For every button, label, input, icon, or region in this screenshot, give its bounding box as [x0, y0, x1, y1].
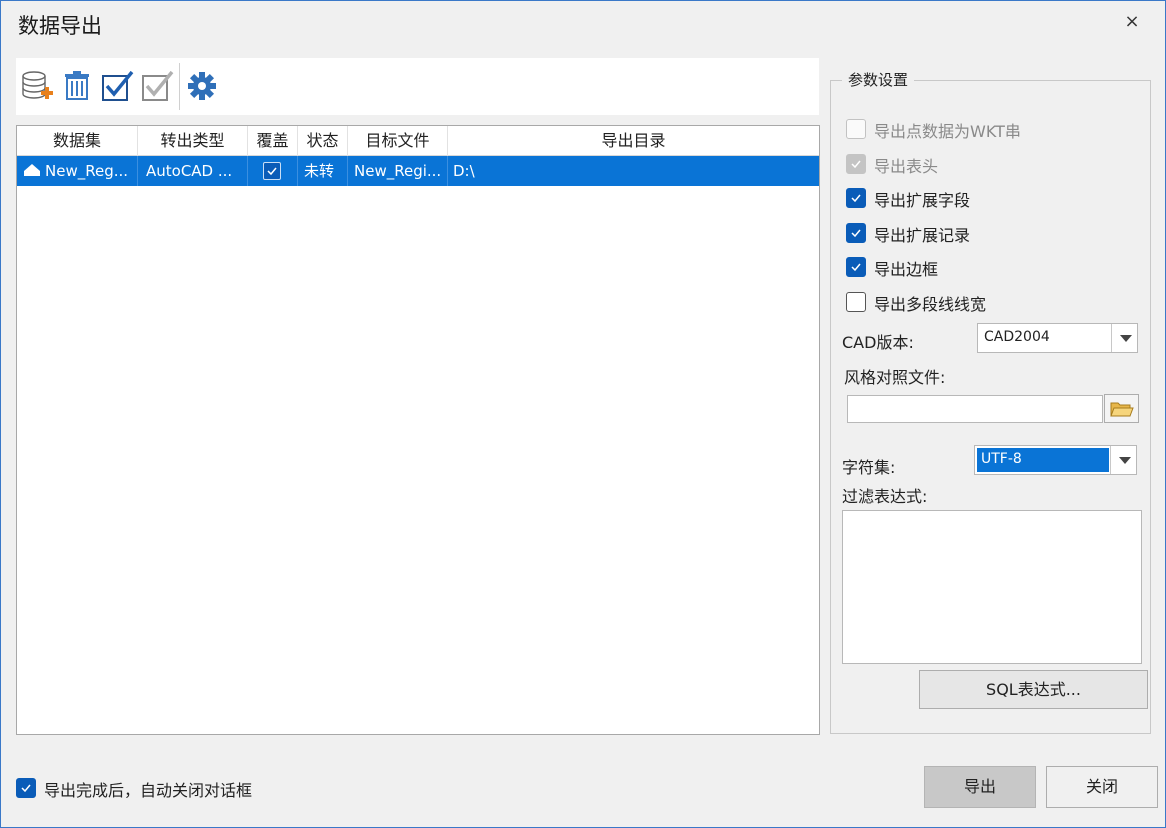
auto-close-label: 导出完成后，自动关闭对话框 — [44, 781, 253, 800]
toolbar-separator — [179, 63, 180, 110]
option-export-wkt-label: 导出点数据为WKT串 — [874, 122, 1021, 141]
overwrite-checkbox[interactable] — [263, 162, 281, 180]
params-group-title: 参数设置 — [842, 69, 915, 90]
sql-expression-button[interactable]: SQL表达式... — [919, 670, 1148, 709]
cad-version-value: CAD2004 — [984, 329, 1050, 345]
charset-select[interactable]: UTF-8 — [974, 445, 1137, 475]
option-export-polyline-width-checkbox[interactable] — [846, 292, 866, 312]
data-export-dialog: 数据导出 × 数据集 转出类型 覆盖 状态 目标文件 导出目录 New_Reg.… — [0, 0, 1166, 828]
close-icon[interactable]: × — [1121, 11, 1143, 33]
option-export-ext-fields-checkbox[interactable] — [846, 188, 866, 208]
option-export-polyline-width-label: 导出多段线线宽 — [874, 295, 987, 314]
region-dataset-icon — [24, 164, 40, 176]
option-export-header-checkbox[interactable] — [846, 154, 866, 174]
auto-close-checkbox[interactable] — [16, 778, 36, 798]
option-export-border-checkbox[interactable] — [846, 257, 866, 277]
filter-expression-textarea[interactable] — [842, 510, 1142, 664]
charset-value: UTF-8 — [981, 451, 1022, 467]
folder-open-icon — [1109, 402, 1134, 417]
toolbar — [16, 58, 819, 115]
cad-version-label: CAD版本: — [842, 333, 914, 352]
cell-dataset[interactable]: New_Reg... — [17, 156, 138, 186]
column-header-type[interactable]: 转出类型 — [138, 126, 248, 156]
uncheck-all-icon[interactable] — [140, 69, 174, 103]
chevron-down-icon[interactable] — [1111, 324, 1137, 352]
option-export-header-label: 导出表头 — [874, 157, 939, 176]
cell-target[interactable]: New_Regi... — [348, 156, 448, 186]
style-file-input[interactable] — [847, 395, 1103, 423]
settings-icon[interactable] — [185, 69, 219, 103]
column-header-overwrite[interactable]: 覆盖 — [248, 126, 298, 156]
export-button[interactable]: 导出 — [924, 766, 1036, 808]
option-export-ext-records-checkbox[interactable] — [846, 223, 866, 243]
column-header-dataset[interactable]: 数据集 — [17, 126, 138, 156]
check-all-icon[interactable] — [100, 69, 134, 103]
cell-overwrite[interactable] — [248, 156, 298, 186]
add-dataset-icon[interactable] — [20, 69, 54, 103]
table-header: 数据集 转出类型 覆盖 状态 目标文件 导出目录 — [17, 126, 819, 156]
cell-type[interactable]: AutoCAD ... — [138, 156, 248, 186]
cell-dataset-text: New_Reg... — [45, 162, 129, 180]
style-file-label: 风格对照文件: — [844, 368, 946, 387]
column-header-status[interactable]: 状态 — [298, 126, 348, 156]
column-header-dir[interactable]: 导出目录 — [448, 126, 819, 156]
cell-status[interactable]: 未转 — [298, 156, 348, 186]
chevron-down-icon[interactable] — [1110, 446, 1136, 474]
option-export-ext-records-label: 导出扩展记录 — [874, 226, 971, 245]
table-row[interactable]: New_Reg... AutoCAD ... 未转 New_Regi... D:… — [17, 156, 819, 186]
title-bar: 数据导出 × — [1, 1, 1165, 45]
browse-folder-button[interactable] — [1104, 394, 1139, 423]
delete-icon[interactable] — [60, 69, 94, 103]
filter-label: 过滤表达式: — [842, 487, 928, 506]
column-header-target[interactable]: 目标文件 — [348, 126, 448, 156]
close-button[interactable]: 关闭 — [1046, 766, 1158, 808]
option-export-wkt-checkbox[interactable] — [846, 119, 866, 139]
cad-version-select[interactable]: CAD2004 — [977, 323, 1138, 353]
cell-dir[interactable]: D:\ — [448, 156, 819, 186]
option-export-border-label: 导出边框 — [874, 260, 939, 279]
option-export-ext-fields-label: 导出扩展字段 — [874, 191, 971, 210]
dataset-table: 数据集 转出类型 覆盖 状态 目标文件 导出目录 New_Reg... Auto… — [16, 125, 820, 735]
charset-label: 字符集: — [842, 458, 896, 477]
dialog-title: 数据导出 — [18, 14, 102, 38]
